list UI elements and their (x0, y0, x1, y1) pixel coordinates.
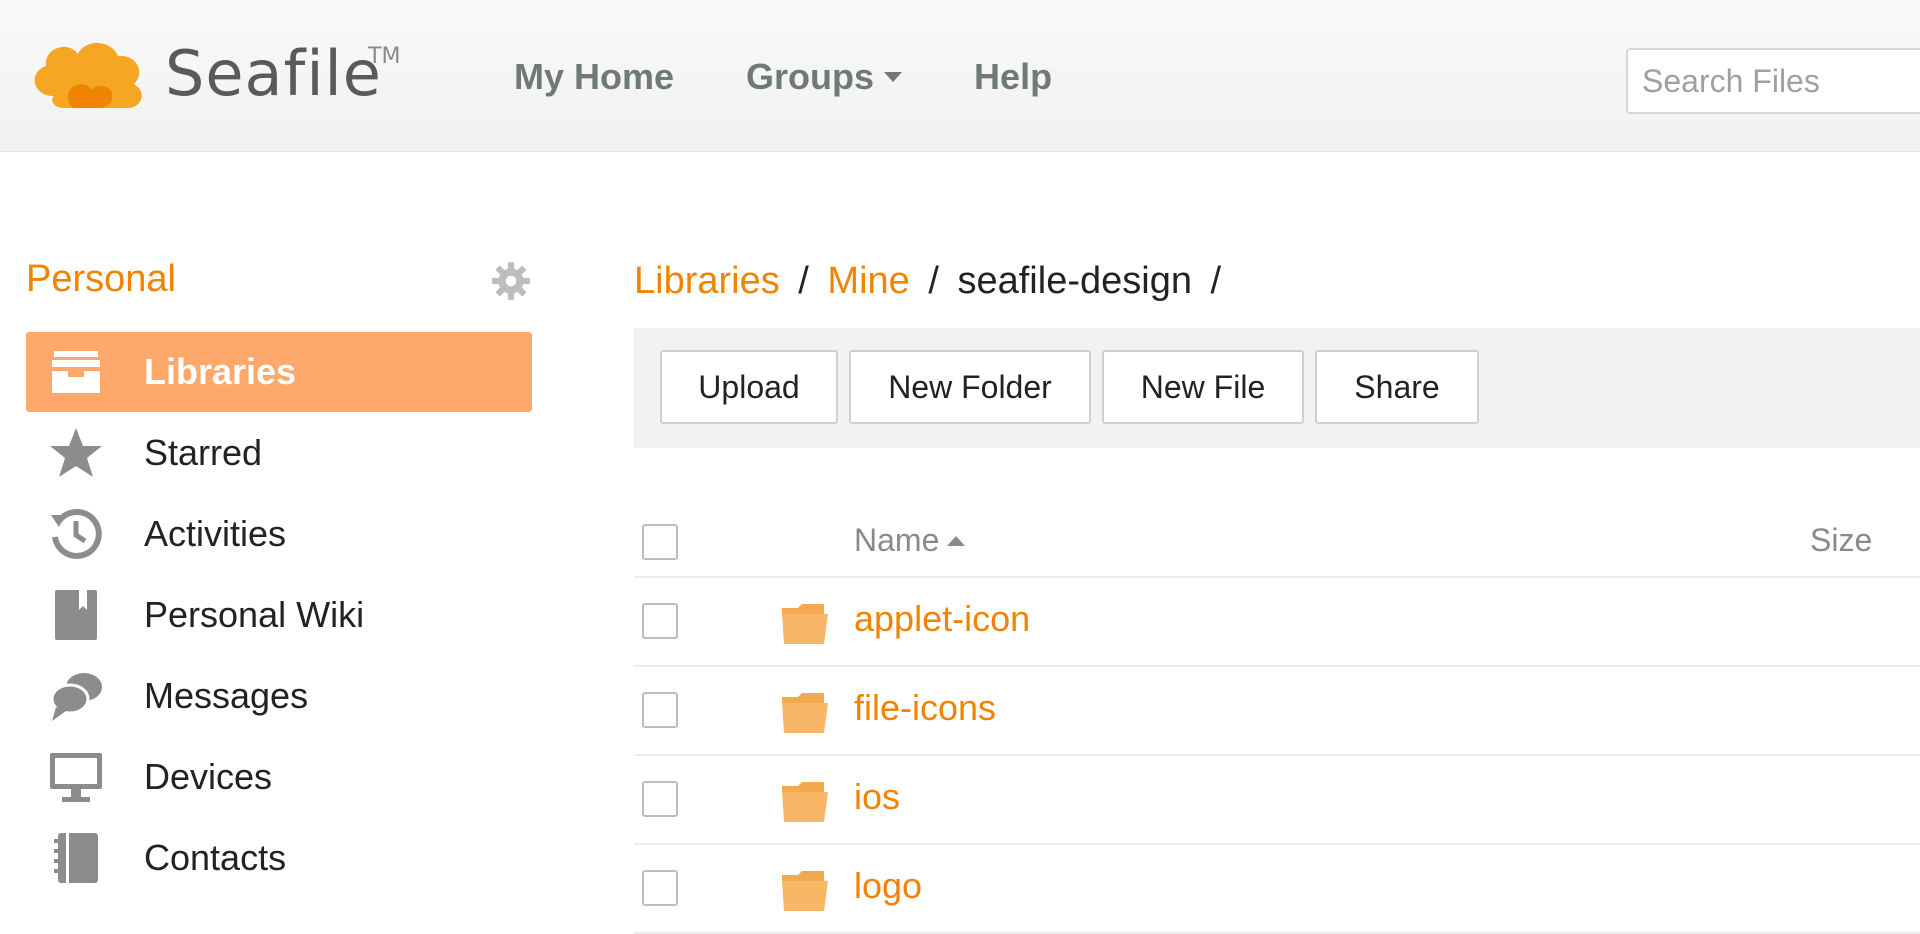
nav-groups-label: Groups (746, 56, 875, 97)
folder-icon (782, 871, 828, 911)
chevron-down-icon (884, 72, 903, 82)
name-column-header[interactable]: Name (854, 522, 966, 559)
breadcrumb-separator: / (798, 260, 809, 302)
folder-icon (782, 604, 828, 644)
select-all-checkbox[interactable] (642, 524, 678, 560)
table-row[interactable]: applet-icon (634, 578, 1920, 667)
folder-icon (782, 782, 828, 822)
breadcrumb-current: seafile-design (957, 260, 1192, 302)
top-header: Seafile TM My Home Groups Help (0, 0, 1920, 152)
breadcrumb-libraries-link[interactable]: Libraries (634, 260, 780, 302)
upload-button[interactable]: Upload (660, 350, 838, 424)
table-row[interactable]: logo (634, 845, 1920, 934)
table-header: Name Size (634, 504, 1920, 578)
sidebar-item-messages[interactable]: Messages (26, 655, 532, 736)
row-checkbox[interactable] (642, 692, 678, 728)
row-checkbox[interactable] (642, 870, 678, 906)
sidebar-item-devices[interactable]: Devices (26, 736, 532, 817)
folder-name-link[interactable]: applet-icon (854, 598, 1030, 640)
sidebar-item-label: Activities (144, 512, 287, 554)
row-checkbox[interactable] (642, 603, 678, 639)
sort-ascending-icon (947, 535, 966, 546)
sidebar-item-personal-wiki[interactable]: Personal Wiki (26, 574, 532, 655)
name-column-label: Name (854, 522, 940, 558)
folder-name-link[interactable]: logo (854, 865, 922, 907)
sidebar-title: Personal (26, 258, 176, 300)
new-file-button[interactable]: New File (1102, 350, 1304, 424)
folder-icon (782, 693, 828, 733)
history-icon (48, 506, 104, 562)
file-table: Name Size applet-icon file-icons ios log… (634, 504, 1920, 934)
sidebar-item-starred[interactable]: Starred (26, 412, 532, 493)
sidebar-item-label: Starred (144, 431, 263, 473)
seafile-logo-icon[interactable] (24, 26, 174, 116)
breadcrumb-separator: / (1210, 260, 1222, 302)
sidebar-nav: Libraries Starred Activities Personal Wi… (26, 332, 532, 898)
nav-my-home-label: My Home (514, 56, 675, 97)
main-nav: My Home Groups Help (514, 52, 1124, 102)
logo-trademark: TM (368, 44, 401, 69)
row-checkbox[interactable] (642, 781, 678, 817)
star-icon (48, 425, 104, 481)
size-column-header[interactable]: Size (1810, 522, 1872, 559)
file-toolbar: Upload New Folder New File Share (634, 328, 1920, 448)
sidebar-item-label: Devices (144, 755, 273, 797)
table-row[interactable]: file-icons (634, 667, 1920, 756)
logo-wordmark: Seafile (165, 37, 382, 110)
nav-my-home[interactable]: My Home (514, 52, 674, 102)
monitor-icon (48, 749, 104, 805)
nav-help[interactable]: Help (974, 52, 1052, 102)
wiki-icon (48, 587, 104, 643)
breadcrumb: Libraries / Mine / seafile-design / (634, 260, 1229, 303)
sidebar-item-label: Libraries (144, 351, 297, 392)
new-folder-button[interactable]: New Folder (849, 350, 1091, 424)
nav-groups[interactable]: Groups (746, 52, 903, 102)
breadcrumb-mine-link[interactable]: Mine (827, 260, 909, 302)
sidebar-item-libraries[interactable]: Libraries (26, 332, 532, 412)
breadcrumb-separator: / (928, 260, 939, 302)
share-button[interactable]: Share (1315, 350, 1479, 424)
sidebar-item-label: Contacts (144, 836, 287, 878)
libraries-icon (48, 344, 104, 400)
gear-icon[interactable] (490, 260, 532, 302)
folder-name-link[interactable]: ios (854, 776, 900, 818)
search-input[interactable] (1626, 48, 1920, 114)
table-row[interactable]: ios (634, 756, 1920, 845)
nav-help-label: Help (974, 56, 1053, 97)
messages-icon (48, 668, 104, 724)
folder-name-link[interactable]: file-icons (854, 687, 996, 729)
sidebar-item-label: Personal Wiki (144, 593, 365, 635)
sidebar-item-activities[interactable]: Activities (26, 493, 532, 574)
contacts-icon (48, 830, 104, 886)
sidebar-item-contacts[interactable]: Contacts (26, 817, 532, 898)
sidebar-item-label: Messages (144, 674, 309, 716)
